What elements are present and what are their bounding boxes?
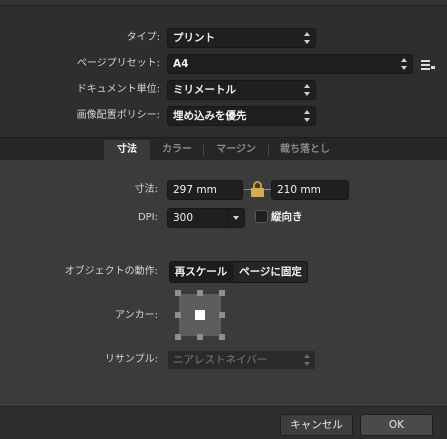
- anchor-middle-left[interactable]: [175, 312, 181, 318]
- anchor-bottom-center[interactable]: [197, 334, 203, 340]
- image-placement-label: 画像配置ポリシー:: [76, 110, 160, 121]
- image-placement-select[interactable]: 埋め込みを優先: [167, 106, 316, 126]
- page-preset-value: A4: [173, 58, 189, 70]
- tab-bar: 寸法 カラー マージン 裁ち落とし: [0, 137, 447, 162]
- window-top-strip: [0, 0, 447, 6]
- object-action-segmented-control: 再スケール ページに固定: [169, 261, 308, 283]
- tab-separator: [203, 145, 204, 156]
- list-menu-icon[interactable]: [421, 59, 437, 71]
- ok-button[interactable]: OK: [360, 414, 433, 436]
- tab-bleed[interactable]: 裁ち落とし: [270, 140, 340, 162]
- rescale-option[interactable]: 再スケール: [170, 262, 232, 282]
- tab-color[interactable]: カラー: [152, 140, 202, 162]
- type-label: タイプ:: [126, 32, 160, 43]
- page-preset-label: ページプリセット:: [76, 58, 160, 69]
- image-placement-value: 埋め込みを優先: [173, 110, 247, 122]
- cancel-button[interactable]: キャンセル: [280, 414, 353, 436]
- anchor-bottom-left[interactable]: [175, 334, 181, 340]
- resample-value: ニアレストネイバー: [173, 354, 268, 366]
- tab-margins[interactable]: マージン: [205, 140, 267, 162]
- anchor-top-center[interactable]: [197, 290, 203, 296]
- anchor-center-selected[interactable]: [195, 310, 205, 320]
- dpi-combobox[interactable]: 300: [167, 208, 245, 228]
- page-preset-select[interactable]: A4: [167, 54, 413, 74]
- object-action-label: オブジェクトの動作:: [64, 266, 158, 277]
- anchor-middle-right[interactable]: [219, 312, 225, 318]
- type-value: プリント: [173, 32, 215, 44]
- dpi-value: 300: [173, 212, 194, 224]
- chevron-down-icon[interactable]: [228, 209, 244, 227]
- lock-connector: [244, 189, 251, 190]
- height-field[interactable]: 210 mm: [271, 180, 349, 200]
- chevron-updown-icon: [401, 58, 407, 70]
- type-select[interactable]: プリント: [167, 28, 316, 48]
- resample-label: リサンプル:: [104, 354, 158, 365]
- anchor-top-left[interactable]: [175, 290, 181, 296]
- width-field[interactable]: 297 mm: [167, 180, 243, 200]
- chevron-updown-icon: [304, 84, 310, 96]
- portrait-label[interactable]: 縦向き: [271, 209, 303, 225]
- document-units-label: ドキュメント単位:: [76, 84, 160, 95]
- portrait-checkbox[interactable]: [255, 210, 268, 223]
- anchor-to-page-option[interactable]: ページに固定: [233, 262, 307, 282]
- lock-icon[interactable]: [251, 181, 264, 197]
- lock-connector: [264, 189, 271, 190]
- tab-dimensions[interactable]: 寸法: [104, 140, 150, 162]
- chevron-updown-icon: [304, 354, 310, 366]
- chevron-updown-icon: [304, 32, 310, 44]
- dpi-label: DPI:: [137, 212, 158, 223]
- anchor-label: アンカー:: [115, 310, 158, 321]
- size-label: 寸法:: [134, 184, 158, 195]
- anchor-top-right[interactable]: [219, 290, 225, 296]
- chevron-updown-icon: [304, 110, 310, 122]
- anchor-bottom-right[interactable]: [219, 334, 225, 340]
- anchor-grid-icon[interactable]: [175, 290, 225, 340]
- resample-select[interactable]: ニアレストネイバー: [167, 350, 316, 370]
- tab-separator: [268, 145, 269, 156]
- document-units-select[interactable]: ミリメートル: [167, 80, 316, 100]
- document-units-value: ミリメートル: [173, 84, 236, 96]
